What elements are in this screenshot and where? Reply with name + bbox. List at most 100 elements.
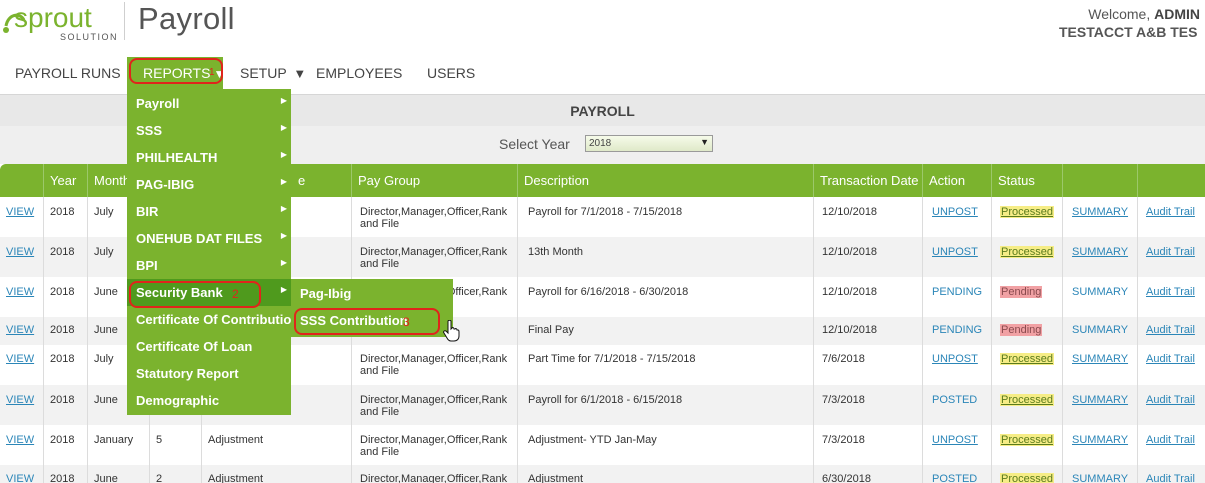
menu-item-philhealth[interactable]: PHILHEALTH ▶ <box>127 144 291 171</box>
annotation-number-3: 3 <box>403 315 410 329</box>
menu-item-security-bank[interactable]: Security Bank ▶ <box>127 279 291 306</box>
cell-date: 7/3/2018 <box>813 385 922 425</box>
menu-item-label: Payroll <box>136 96 180 111</box>
summary-link[interactable]: SUMMARY <box>1072 473 1128 483</box>
menu-item-certificate-of-contribution[interactable]: Certificate Of Contribution <box>127 306 299 333</box>
submenu-item-sss-contribution[interactable]: SSS Contribution <box>291 307 453 334</box>
cell-date: 12/10/2018 <box>813 277 922 317</box>
nav-reports-label: REPORTS <box>143 65 211 81</box>
audit-trail-link[interactable]: Audit Trail <box>1146 394 1195 406</box>
action-pending-text: PENDING <box>932 286 983 298</box>
menu-item-label: Certificate Of Contribution <box>136 312 300 327</box>
menu-item-label: BIR <box>136 204 159 219</box>
menu-item-bir[interactable]: BIR ▶ <box>127 198 291 225</box>
summary-text: SUMMARY <box>1072 324 1129 336</box>
summary-link[interactable]: SUMMARY <box>1072 246 1128 258</box>
status-badge[interactable]: Processed <box>1000 353 1054 365</box>
cell-pay-group: Director,Manager,Officer,Rank and File <box>351 385 517 425</box>
audit-trail-link[interactable]: Audit Trail <box>1146 246 1195 258</box>
menu-item-label: Certificate Of Loan <box>136 339 253 354</box>
nav-users[interactable]: USERS <box>427 65 475 81</box>
summary-text: SUMMARY <box>1072 286 1129 298</box>
view-link[interactable]: VIEW <box>6 246 34 258</box>
cell-year: 2018 <box>43 385 87 425</box>
action-unpost-link[interactable]: UNPOST <box>932 353 978 365</box>
cell-year: 2018 <box>43 237 87 277</box>
status-badge[interactable]: Processed <box>1000 246 1054 258</box>
view-link[interactable]: VIEW <box>6 473 34 483</box>
col-action[interactable]: Action <box>922 164 991 197</box>
audit-trail-link[interactable]: Audit Trail <box>1146 286 1195 298</box>
table-row: VIEW 2018 January 5 Adjustment Director,… <box>0 425 1205 465</box>
summary-link[interactable]: SUMMARY <box>1072 206 1128 218</box>
menu-item-sss[interactable]: SSS ▶ <box>127 117 291 144</box>
summary-link[interactable]: SUMMARY <box>1072 434 1128 446</box>
main-nav: PAYROLL RUNS REPORTS ▼ SETUP ▼ EMPLOYEES … <box>0 57 1205 90</box>
cell-pay-group: Director,Manager,Officer,Rank and File <box>351 465 517 483</box>
action-unpost-link[interactable]: UNPOST <box>932 246 978 258</box>
menu-item-payroll[interactable]: Payroll ▶ <box>127 90 291 117</box>
nav-setup[interactable]: SETUP ▼ <box>240 65 306 81</box>
cell-description: Part Time for 7/1/2018 - 7/15/2018 <box>517 345 813 385</box>
menu-item-label: Demographic <box>136 393 220 408</box>
cell-description: Payroll for 7/1/2018 - 7/15/2018 <box>517 197 813 237</box>
audit-trail-link[interactable]: Audit Trail <box>1146 324 1195 336</box>
cell-type: Adjustment <box>201 465 351 483</box>
cell-year: 2018 <box>43 197 87 237</box>
app-title: Payroll <box>138 1 235 36</box>
view-link[interactable]: VIEW <box>6 324 34 336</box>
status-badge[interactable]: Processed <box>1000 206 1054 218</box>
submenu-item-pag-ibig[interactable]: Pag-Ibig <box>291 280 453 307</box>
col-year[interactable]: Year <box>43 164 87 197</box>
menu-item-bpi[interactable]: BPI ▶ <box>127 252 291 279</box>
year-select[interactable]: 2018 ▼ <box>585 135 713 152</box>
security-bank-submenu: Pag-Ibig SSS Contribution <box>291 279 453 337</box>
chevron-right-icon: ▶ <box>280 123 287 132</box>
menu-item-pag-ibig[interactable]: PAG-IBIG ▶ <box>127 171 291 198</box>
summary-link[interactable]: SUMMARY <box>1072 353 1128 365</box>
menu-item-label: SSS <box>136 123 163 138</box>
col-status[interactable]: Status <box>991 164 1062 197</box>
cell-year: 2018 <box>43 277 87 317</box>
status-badge[interactable]: Processed <box>1000 473 1054 483</box>
status-badge: Pending <box>1000 286 1043 298</box>
menu-item-certificate-of-loan[interactable]: Certificate Of Loan <box>127 333 291 360</box>
col-description[interactable]: Description <box>517 164 813 197</box>
nav-payroll-runs[interactable]: PAYROLL RUNS <box>15 65 121 81</box>
welcome-user[interactable]: ADMIN <box>1154 6 1200 22</box>
sprout-logo[interactable]: sprout SOLUTIONS <box>0 0 118 45</box>
cell-date: 12/10/2018 <box>813 237 922 277</box>
audit-trail-link[interactable]: Audit Trail <box>1146 434 1195 446</box>
menu-item-onehub-dat-files[interactable]: ONEHUB DAT FILES ▶ <box>127 225 291 252</box>
col-transaction-date[interactable]: Transaction Date <box>813 164 922 197</box>
view-link[interactable]: VIEW <box>6 353 34 365</box>
hand-cursor-icon <box>443 319 461 347</box>
view-link[interactable]: VIEW <box>6 286 34 298</box>
view-link[interactable]: VIEW <box>6 206 34 218</box>
menu-item-statutory-report[interactable]: Statutory Report <box>127 360 291 387</box>
nav-employees[interactable]: EMPLOYEES <box>316 65 402 81</box>
audit-trail-link[interactable]: Audit Trail <box>1146 473 1195 483</box>
year-select-value: 2018 <box>589 138 612 149</box>
col-pay-group[interactable]: Pay Group <box>351 164 517 197</box>
menu-item-demographic[interactable]: Demographic <box>127 387 291 414</box>
status-badge[interactable]: Processed <box>1000 394 1054 406</box>
action-pending-text: PENDING <box>932 324 983 336</box>
cell-pay-group: Director,Manager,Officer,Rank and File <box>351 425 517 465</box>
action-unpost-link[interactable]: UNPOST <box>932 206 978 218</box>
audit-trail-link[interactable]: Audit Trail <box>1146 353 1195 365</box>
table-row: VIEW 2018 June 2 Adjustment Director,Man… <box>0 465 1205 483</box>
cell-date: 7/6/2018 <box>813 345 922 385</box>
dropdown-arrow-icon: ▼ <box>700 137 709 147</box>
view-link[interactable]: VIEW <box>6 394 34 406</box>
action-unpost-link[interactable]: UNPOST <box>932 434 978 446</box>
status-badge[interactable]: Processed <box>1000 434 1054 446</box>
cell-date: 6/30/2018 <box>813 465 922 483</box>
summary-link[interactable]: SUMMARY <box>1072 394 1128 406</box>
audit-trail-link[interactable]: Audit Trail <box>1146 206 1195 218</box>
chevron-right-icon: ▶ <box>280 204 287 213</box>
view-link[interactable]: VIEW <box>6 434 34 446</box>
chevron-right-icon: ▶ <box>280 150 287 159</box>
cell-description: Adjustment- YTD Jan-May <box>517 425 813 465</box>
cell-number: 5 <box>149 425 201 465</box>
